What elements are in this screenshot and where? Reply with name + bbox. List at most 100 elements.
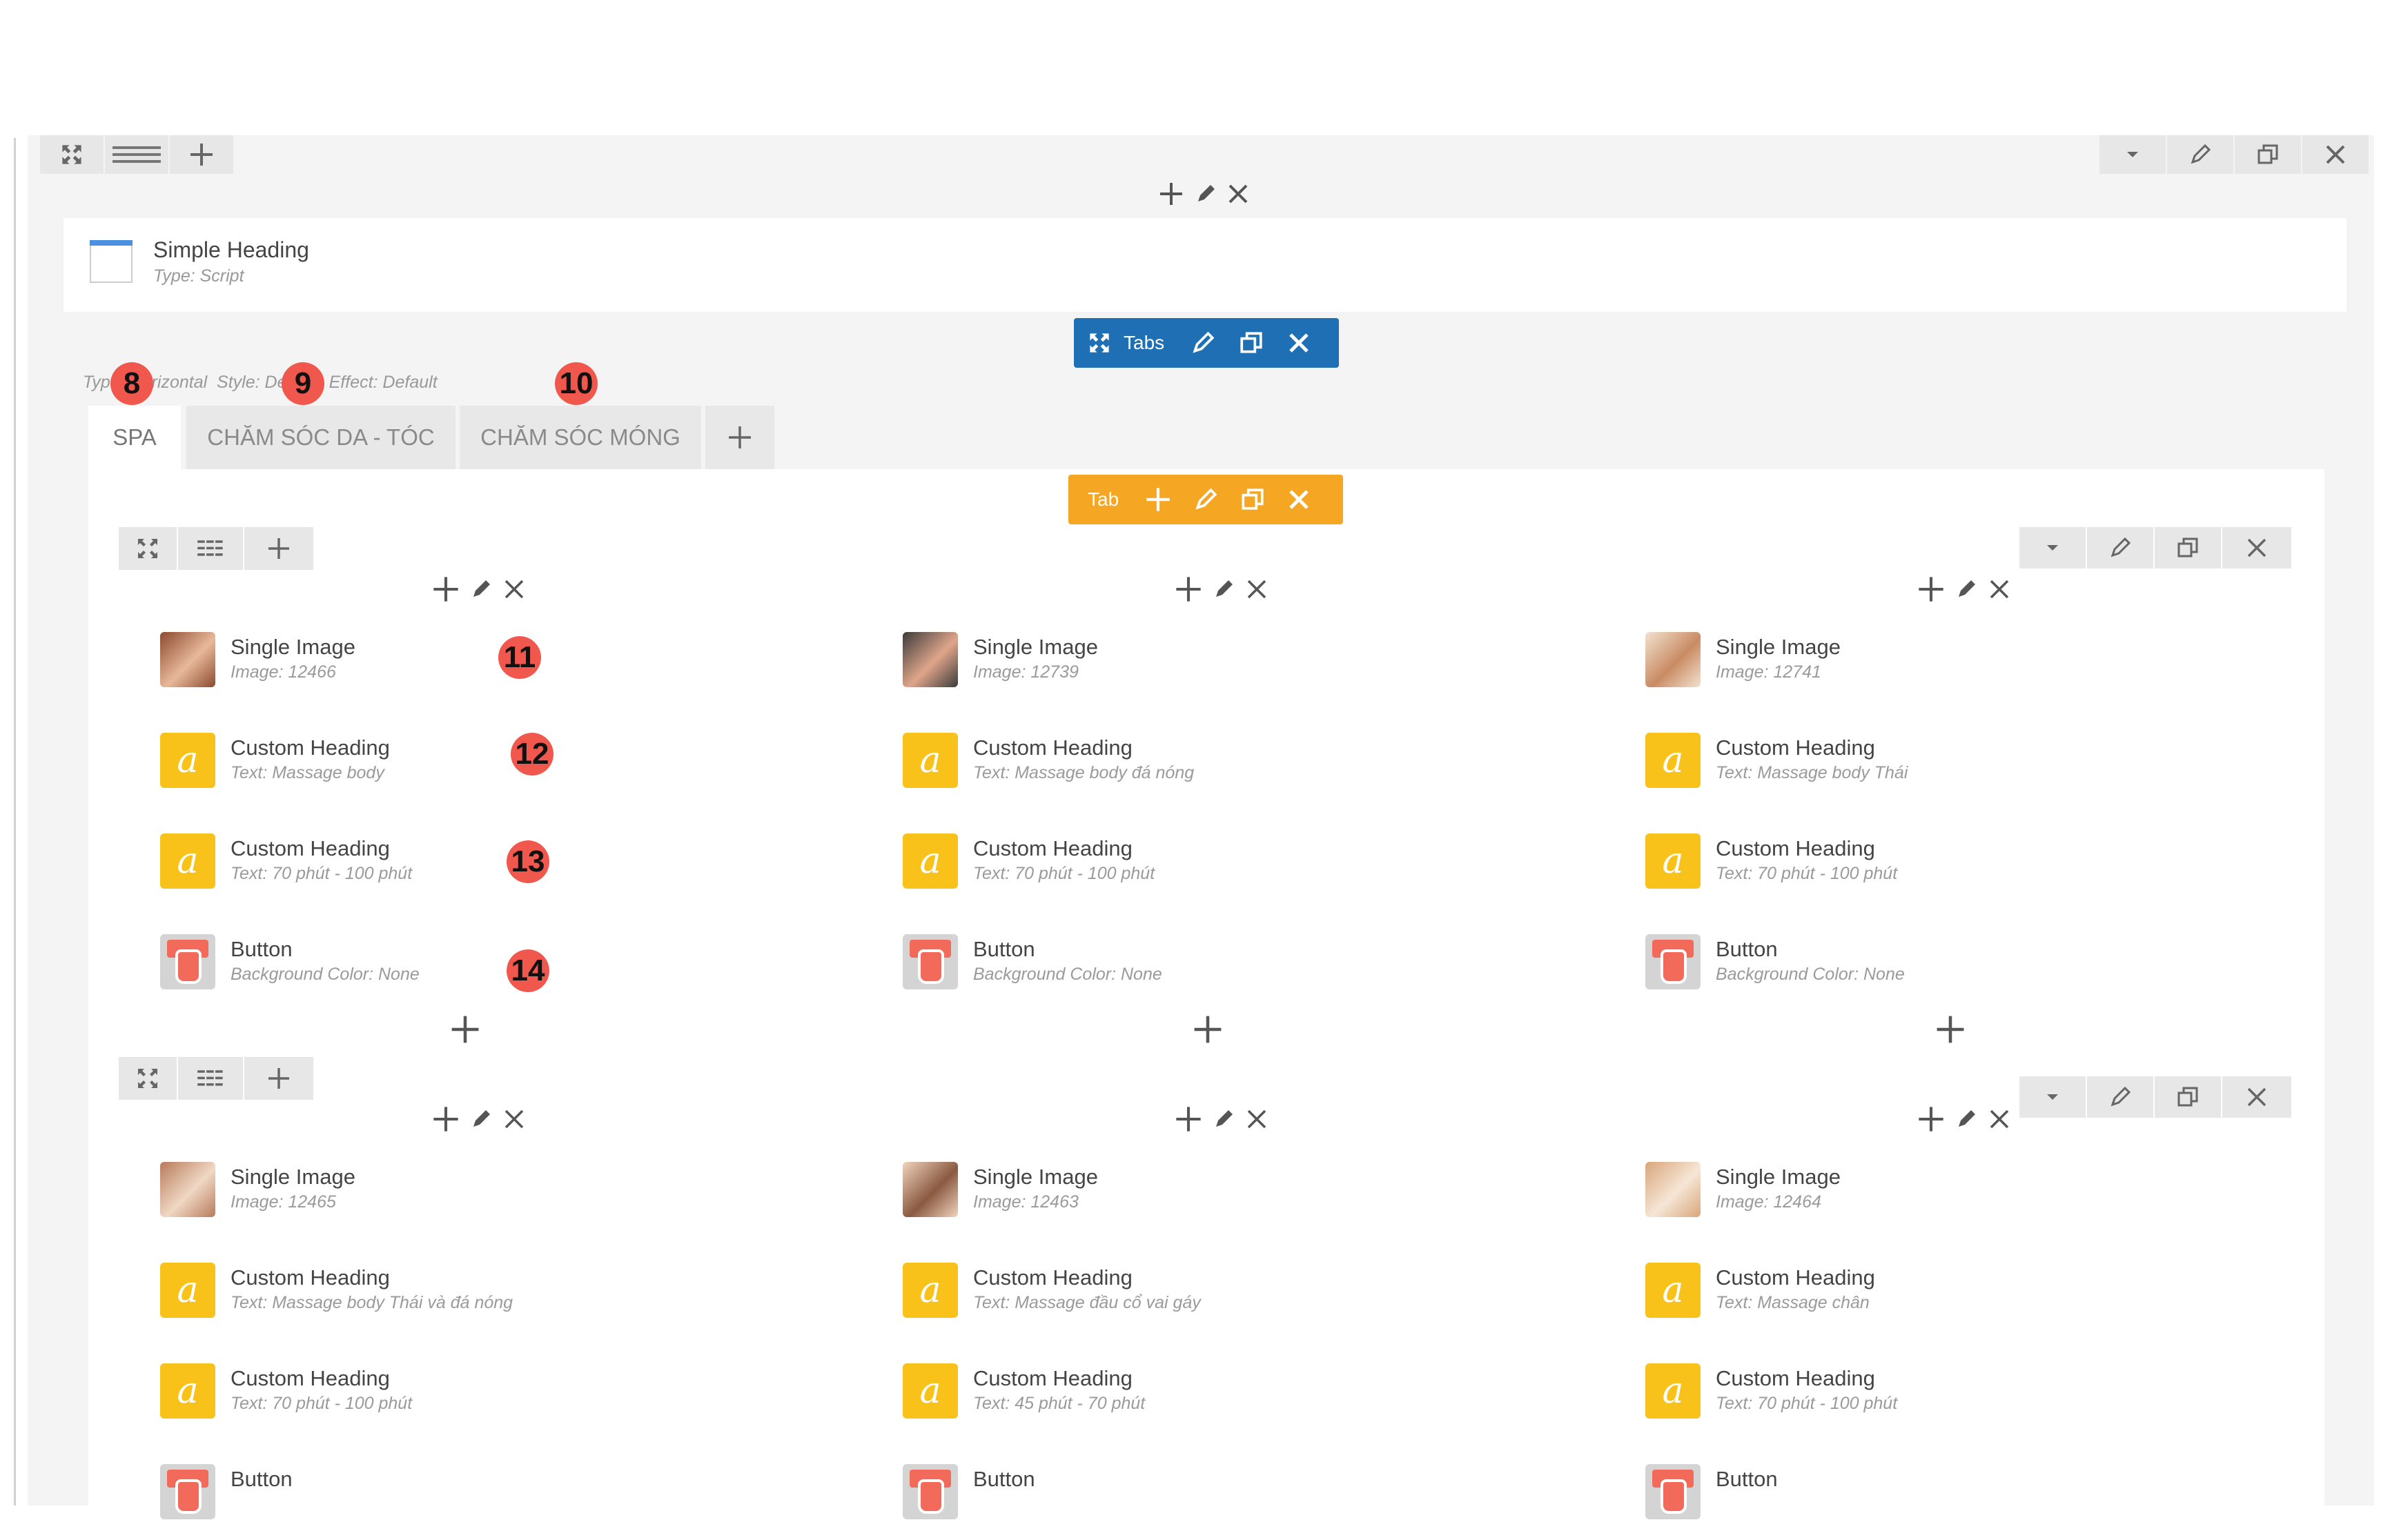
button-element[interactable]: Button [1645, 1464, 2266, 1540]
inner-row-1-expand-button[interactable] [119, 1057, 177, 1100]
inner-row-1-layout-icon [197, 1070, 223, 1086]
close-icon[interactable] [1245, 578, 1269, 601]
plus-icon[interactable] [432, 575, 460, 603]
inner-row-1-expand-icon [138, 1069, 157, 1088]
hand-icon [918, 949, 944, 984]
close-icon[interactable] [1227, 183, 1249, 205]
row-caret-down-icon[interactable] [2099, 135, 2166, 174]
custom-heading-icon: a [160, 1363, 215, 1419]
element-subtitle: Text: Massage chân [1716, 1293, 1870, 1312]
row-clone-icon[interactable] [2235, 135, 2301, 174]
pencil-icon[interactable] [1191, 330, 1215, 355]
single-image-element[interactable]: Single Image Image: 12464 [1645, 1162, 2266, 1238]
custom-heading-element[interactable]: a Custom Heading Text: 70 phút - 100 phút [160, 833, 781, 909]
button-element[interactable]: Button Background Color: None [160, 934, 781, 1010]
close-icon[interactable] [1245, 1107, 1269, 1131]
button-element[interactable]: Button [903, 1464, 1524, 1540]
inner-row-1-caret-button[interactable] [2019, 1076, 2086, 1118]
expand-icon[interactable] [1088, 331, 1111, 355]
inner-row-0-layout-button[interactable] [178, 527, 243, 570]
button-element[interactable]: Button Background Color: None [903, 934, 1524, 1010]
pencil-icon[interactable] [1955, 578, 1978, 601]
plus-icon[interactable] [1175, 575, 1202, 603]
inner-row-0-close-button[interactable] [2222, 527, 2291, 569]
inner-row-1-layout-button[interactable] [178, 1057, 243, 1100]
element-subtitle: Image: 12466 [231, 662, 336, 682]
single-image-element[interactable]: Single Image Image: 12465 [160, 1162, 781, 1238]
inner-row-0-add-button[interactable] [244, 527, 313, 570]
inner-row-1-clone-button[interactable] [2155, 1076, 2221, 1118]
custom-heading-element[interactable]: a Custom Heading Text: Massage body Thái [1645, 733, 2266, 809]
row-pencil-icon[interactable] [2167, 135, 2233, 174]
pencil-icon[interactable] [1212, 578, 1235, 601]
button-element[interactable]: Button [160, 1464, 781, 1540]
element-subtitle: Text: 45 phút - 70 phút [973, 1394, 1146, 1413]
element-title: Single Image [1716, 1165, 1841, 1189]
pencil-icon[interactable] [469, 1107, 493, 1131]
custom-heading-element[interactable]: a Custom Heading Text: Massage body [160, 733, 781, 809]
button-element[interactable]: Button Background Color: None [1645, 934, 2266, 1010]
tab-cham-soc-mong[interactable]: CHĂM SÓC MÓNG [460, 406, 701, 469]
plus-icon[interactable] [1917, 575, 1945, 603]
close-icon[interactable] [502, 1107, 526, 1131]
row-close-icon[interactable] [2302, 135, 2369, 174]
custom-heading-element[interactable]: a Custom Heading Text: 70 phút - 100 phút [1645, 833, 2266, 909]
custom-heading-element[interactable]: a Custom Heading Text: 70 phút - 100 phút [160, 1363, 781, 1439]
pencil-icon[interactable] [1955, 1107, 1978, 1131]
custom-heading-element[interactable]: a Custom Heading Text: Massage body Thái v… [160, 1263, 781, 1339]
element-subtitle: Text: Massage body đá nóng [973, 763, 1195, 782]
single-image-element[interactable]: Single Image Image: 12466 [160, 632, 781, 708]
pencil-icon[interactable] [469, 578, 493, 601]
row-expand-icon[interactable] [40, 135, 104, 174]
custom-heading-icon: a [160, 733, 215, 788]
row-add-icon[interactable] [170, 135, 233, 174]
plus-icon[interactable] [1158, 181, 1184, 207]
close-icon[interactable] [502, 578, 526, 601]
add-element-button[interactable] [1935, 1014, 1966, 1045]
simple-heading-icon [90, 240, 133, 283]
clone-icon[interactable] [1239, 330, 1264, 355]
tab-cham-soc-da-toc[interactable]: CHĂM SÓC DA - TÓC [186, 406, 456, 469]
inner-row-0-clone-button[interactable] [2155, 527, 2221, 569]
close-icon[interactable] [1287, 331, 1311, 355]
close-icon[interactable] [1287, 488, 1311, 511]
image-thumbnail [160, 1162, 215, 1217]
custom-heading-element[interactable]: a Custom Heading Text: Massage chân [1645, 1263, 2266, 1339]
inner-row-0-expand-button[interactable] [119, 527, 177, 570]
simple-heading-element[interactable]: Simple Heading Type: Script [63, 218, 2347, 312]
add-element-button[interactable] [1193, 1014, 1223, 1045]
pencil-icon[interactable] [1193, 487, 1218, 512]
plus-icon[interactable] [1175, 1105, 1202, 1133]
plus-icon[interactable] [1917, 1105, 1945, 1133]
element-title: Single Image [1716, 635, 1841, 659]
pencil-icon[interactable] [1194, 182, 1217, 206]
row-layout-icon[interactable] [105, 135, 168, 174]
inner-row-0-add-icon [268, 538, 289, 559]
add-tab-button[interactable] [705, 406, 774, 469]
inner-row-1-close-button[interactable] [2222, 1076, 2291, 1118]
custom-heading-element[interactable]: a Custom Heading Text: 70 phút - 100 phút [903, 833, 1524, 909]
single-image-element[interactable]: Single Image Image: 12739 [903, 632, 1524, 708]
custom-heading-element[interactable]: a Custom Heading Text: Massage đầu cổ vai … [903, 1263, 1524, 1339]
single-image-element[interactable]: Single Image Image: 12463 [903, 1162, 1524, 1238]
inner-row-1-add-button[interactable] [244, 1057, 313, 1100]
plus-icon[interactable] [432, 1105, 460, 1133]
tab-spa[interactable]: SPA [88, 406, 181, 469]
add-element-button[interactable] [450, 1014, 480, 1045]
pencil-icon[interactable] [1212, 1107, 1235, 1131]
single-image-element[interactable]: Single Image Image: 12741 [1645, 632, 2266, 708]
custom-heading-element[interactable]: a Custom Heading Text: Massage body đá nón… [903, 733, 1524, 809]
inner-row-0-edit-icon [2110, 537, 2131, 557]
custom-heading-element[interactable]: a Custom Heading Text: 70 phút - 100 phút [1645, 1363, 2266, 1439]
inner-row-0-clone-icon [2177, 537, 2198, 557]
close-icon[interactable] [1988, 578, 2011, 601]
plus-icon[interactable] [1144, 485, 1173, 514]
clone-icon[interactable] [1240, 487, 1265, 512]
element-subtitle: Text: Massage body Thái và đá nóng [231, 1293, 513, 1312]
inner-row-0-caret-button[interactable] [2019, 527, 2086, 569]
inner-row-0-edit-button[interactable] [2087, 527, 2153, 569]
inner-row-1-edit-button[interactable] [2087, 1076, 2153, 1118]
close-icon[interactable] [1988, 1107, 2011, 1131]
hand-icon [1661, 949, 1687, 984]
custom-heading-element[interactable]: a Custom Heading Text: 45 phút - 70 phút [903, 1363, 1524, 1439]
